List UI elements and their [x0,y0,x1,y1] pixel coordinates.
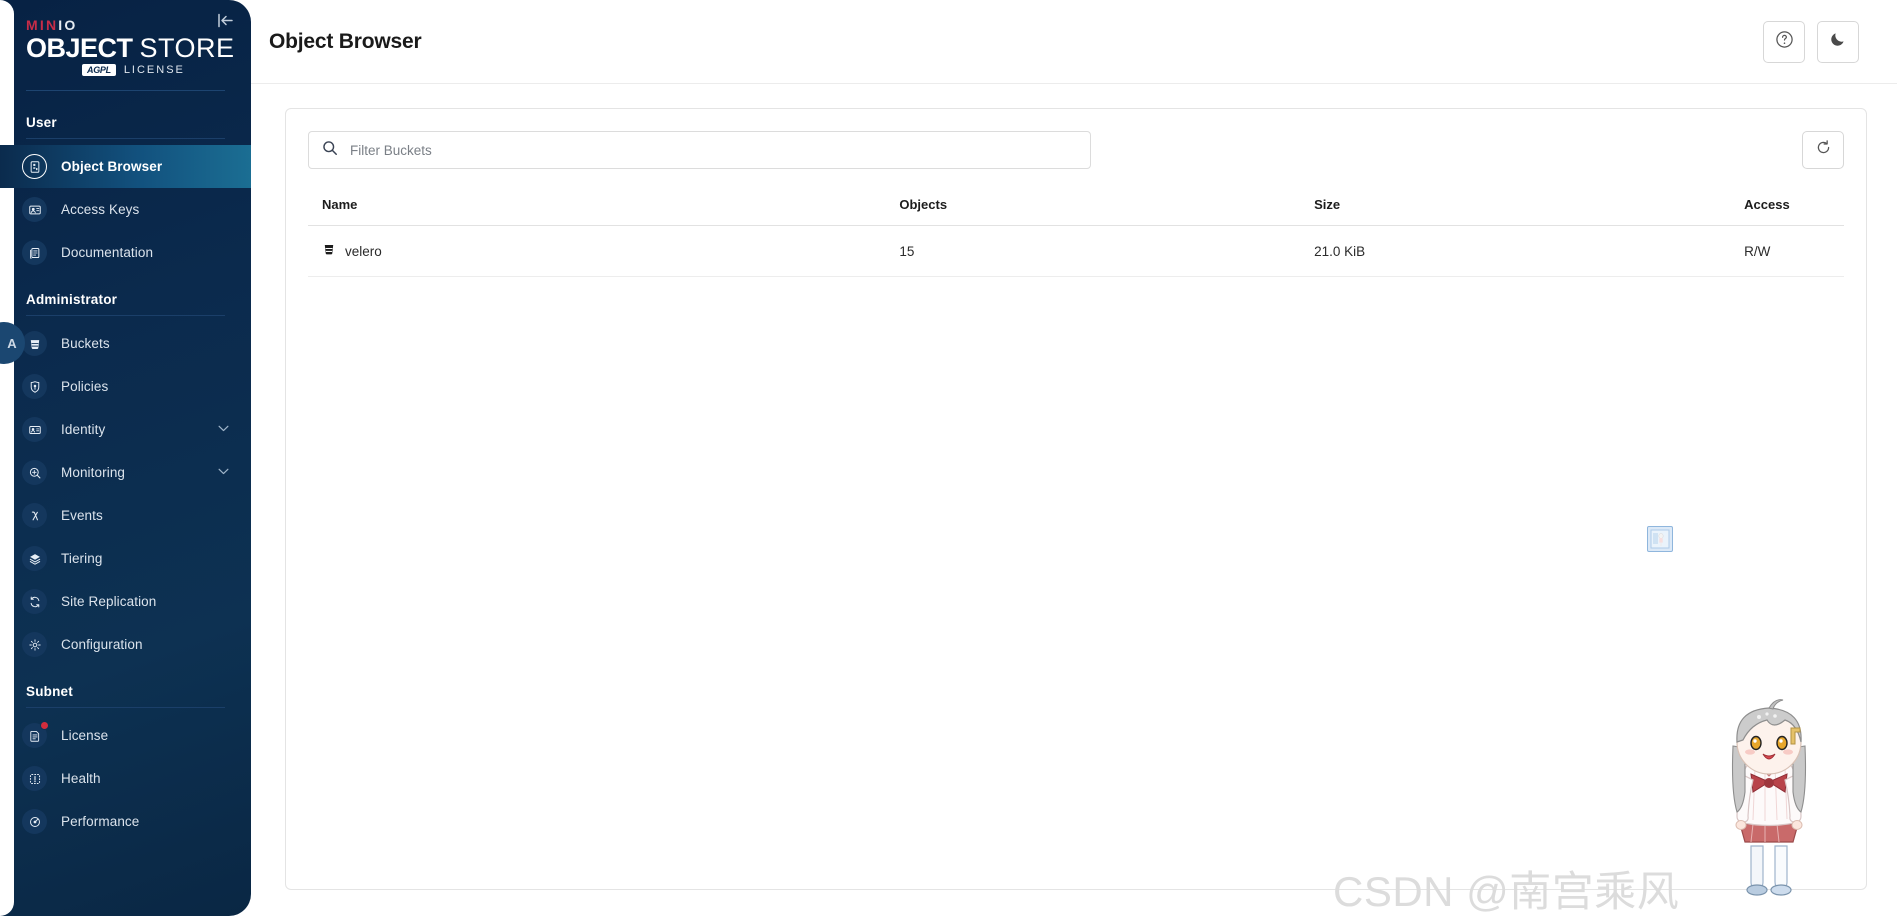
sidebar-item-label: Documentation [61,245,154,260]
sidebar-item-label: Object Browser [61,159,163,174]
cell-bucket-name[interactable]: velero [308,225,900,277]
top-bar: Object Browser [251,0,1897,84]
table-header-row: Name Objects Size Access [308,197,1844,226]
table-row[interactable]: velero 15 21.0 KiB R/W [308,225,1844,277]
policy-lock-icon [22,374,47,399]
sidebar-section-divider [26,707,225,708]
cell-size: 21.0 KiB [1314,225,1745,277]
bucket-name-label: velero [345,243,382,259]
identity-card-icon [22,417,47,442]
help-icon [1775,30,1794,54]
refresh-button[interactable] [1802,131,1844,169]
agpl-badge: AGPL [82,64,116,76]
sidebar-item-label: Configuration [61,637,143,652]
bucket-icon [322,242,336,260]
lambda-events-icon [22,503,47,528]
license-icon [22,721,49,748]
sidebar-item-label: Buckets [61,336,110,351]
sidebar-item-policies[interactable]: Policies [0,365,251,408]
sidebar-item-monitoring[interactable]: Monitoring [0,451,251,494]
column-header-objects[interactable]: Objects [899,197,1315,226]
cell-objects: 15 [899,225,1315,277]
sidebar-item-performance[interactable]: Performance [0,800,251,843]
sidebar-item-label: Identity [61,422,106,437]
sidebar-item-identity[interactable]: Identity [0,408,251,451]
tiering-layers-icon [22,546,47,571]
sidebar-item-label: Access Keys [61,202,140,217]
sidebar-nav: User Object Browser Access Keys Documentati… [0,91,251,916]
bucket-icon [22,331,47,356]
sidebar-item-label: Health [61,771,101,786]
mascot-thumbnail-icon[interactable] [1647,526,1673,552]
access-keys-icon [22,197,47,222]
refresh-icon [1815,139,1832,161]
sidebar-section-divider [26,138,225,139]
documentation-icon [22,240,47,265]
sidebar-item-site-replication[interactable]: Site Replication [0,580,251,623]
column-header-size[interactable]: Size [1314,197,1745,226]
sidebar-item-label: Performance [61,814,140,829]
sidebar-item-object-browser[interactable]: Object Browser [0,145,251,188]
performance-icon [22,809,47,834]
sidebar-item-configuration[interactable]: Configuration [0,623,251,666]
sidebar-section-title-administrator: Administrator [26,292,118,307]
buckets-table-body: velero 15 21.0 KiB R/W [308,225,1844,277]
buckets-panel: Name Objects Size Access velero 1521.0 Ki… [285,108,1867,896]
buckets-table: Name Objects Size Access velero 15 21.0 Ki… [308,197,1844,277]
object-browser-icon [22,154,47,179]
sidebar: MINIO OBJECT STORE AGPL LICENSE User Obj… [0,0,251,916]
site-replication-icon [22,589,47,614]
sidebar-item-label: Monitoring [61,465,126,480]
buckets-table-head: Name Objects Size Access [308,197,1844,226]
sidebar-section-title-subnet: Subnet [26,684,73,699]
buckets-toolbar [308,131,1844,169]
object-word: OBJECT [26,33,133,63]
minio-min-text: MIN [26,17,59,33]
sidebar-item-access-keys[interactable]: Access Keys [0,188,251,231]
sidebar-item-label: Site Replication [61,594,157,609]
help-button[interactable] [1763,20,1805,63]
top-bar-actions [1763,20,1859,63]
moon-icon [1829,30,1847,53]
health-icon [22,766,47,791]
sidebar-item-license[interactable]: License [0,714,251,757]
sidebar-item-label: Events [61,508,103,523]
main-area: Object Browser Filter Buckets Name Objec… [251,0,1897,916]
minio-io-text: IO [58,17,78,33]
sidebar-item-health[interactable]: Health [0,757,251,800]
chevron-down-icon[interactable] [218,424,229,435]
column-header-name[interactable]: Name [308,197,900,226]
filter-buckets-box[interactable] [308,131,1091,169]
sidebar-section-divider [26,315,225,316]
sidebar-section-title-user: User [26,115,57,130]
gear-icon [22,632,47,657]
sidebar-item-documentation[interactable]: Documentation [0,231,251,274]
dark-mode-button[interactable] [1817,20,1859,63]
notification-badge [40,721,49,730]
sidebar-item-buckets[interactable]: Buckets [0,322,251,365]
search-icon [322,140,338,161]
sidebar-item-label: Tiering [61,551,103,566]
sidebar-item-label: Policies [61,379,109,394]
license-label: LICENSE [123,64,185,76]
cell-access: R/W [1744,225,1844,277]
monitoring-icon [22,460,47,485]
page-title: Object Browser [269,29,422,53]
sidebar-item-events[interactable]: Events [0,494,251,537]
anime-chibi-mascot [1693,696,1843,901]
sidebar-item-tiering[interactable]: Tiering [0,537,251,580]
search-input[interactable] [350,142,1077,158]
column-header-access[interactable]: Access [1744,197,1844,226]
content-area: Name Objects Size Access velero 1521.0 Ki… [251,84,1897,916]
store-word: STORE [139,33,235,63]
chevron-down-icon[interactable] [218,467,229,478]
collapse-sidebar-icon[interactable] [213,8,237,32]
app-root: MINIO OBJECT STORE AGPL LICENSE User Obj… [0,0,1897,916]
sidebar-item-label: License [61,728,109,743]
brand-logo-area: MINIO OBJECT STORE AGPL LICENSE [0,0,251,86]
